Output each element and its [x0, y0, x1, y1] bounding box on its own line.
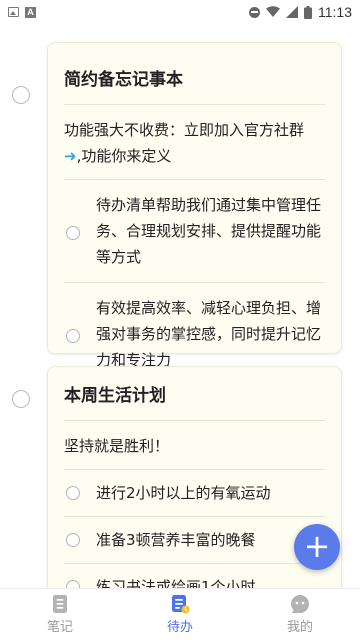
note-complete-radio[interactable]	[12, 86, 30, 104]
todo-item-text: 进行2小时以上的有氧运动	[96, 484, 271, 502]
todo-item-text: 待办清单帮助我们通过集中管理任务、合理规划安排、提供提醒功能等方式	[96, 196, 322, 266]
tab-label: 待办	[166, 620, 193, 635]
note-description: 功能强大不收费：立即加入官方社群 ➜,功能你来定义	[64, 105, 325, 180]
note-card[interactable]: 简约备忘记事本 功能强大不收费：立即加入官方社群 ➜,功能你来定义 待办清单帮助…	[47, 42, 342, 369]
arrow-right-icon[interactable]: ➜	[64, 147, 77, 165]
todo-item-text: 有效提高效率、减轻心理负担、增强对事务的掌控感，同时提升记忆力和专注力	[96, 299, 322, 369]
wifi-icon	[266, 6, 280, 17]
todo-item[interactable]: 练习书法或绘画1个小时	[64, 564, 325, 588]
todo-item[interactable]: 待办清单帮助我们通过集中管理任务、合理规划安排、提供提醒功能等方式	[64, 180, 325, 283]
todo-checkbox[interactable]	[66, 329, 80, 343]
bottom-navigation: 笔记 待办 我的	[0, 588, 360, 640]
todo-item-text: 准备3顿营养丰富的晚餐	[96, 531, 256, 549]
todo-item[interactable]: 进行2小时以上的有氧运动	[64, 470, 325, 517]
todo-list[interactable]: 简约备忘记事本 功能强大不收费：立即加入官方社群 ➜,功能你来定义 待办清单帮助…	[0, 24, 360, 588]
dnd-icon	[249, 6, 260, 18]
notebook-icon	[53, 595, 67, 613]
note-description: 坚持就是胜利！	[64, 421, 325, 470]
add-todo-button[interactable]: +	[294, 524, 340, 570]
todo-item[interactable]: 准备3顿营养丰富的晚餐	[64, 517, 325, 564]
note-row: 简约备忘记事本 功能强大不收费：立即加入官方社群 ➜,功能你来定义 待办清单帮助…	[0, 42, 360, 369]
image-icon	[8, 7, 19, 17]
battery-icon	[304, 5, 312, 19]
tab-notes[interactable]: 笔记	[0, 589, 120, 640]
tab-todo[interactable]: 待办	[120, 589, 240, 640]
status-bar: A 11:13	[0, 0, 360, 24]
todo-checkbox[interactable]	[66, 533, 80, 547]
todo-checkbox[interactable]	[66, 580, 80, 588]
signal-icon	[286, 6, 298, 18]
note-complete-radio[interactable]	[12, 390, 30, 408]
tab-label: 笔记	[46, 620, 73, 635]
tab-label: 我的	[286, 620, 313, 635]
note-title: 本周生活计划	[64, 367, 325, 421]
tab-mine[interactable]: 我的	[240, 589, 360, 640]
font-icon: A	[25, 6, 36, 18]
todo-list-icon	[172, 595, 190, 614]
todo-item-text: 练习书法或绘画1个小时	[96, 578, 256, 588]
note-title: 简约备忘记事本	[64, 43, 325, 105]
profile-icon	[291, 595, 309, 613]
todo-checkbox[interactable]	[66, 486, 80, 500]
status-time: 11:13	[318, 4, 352, 20]
todo-checkbox[interactable]	[66, 226, 80, 240]
